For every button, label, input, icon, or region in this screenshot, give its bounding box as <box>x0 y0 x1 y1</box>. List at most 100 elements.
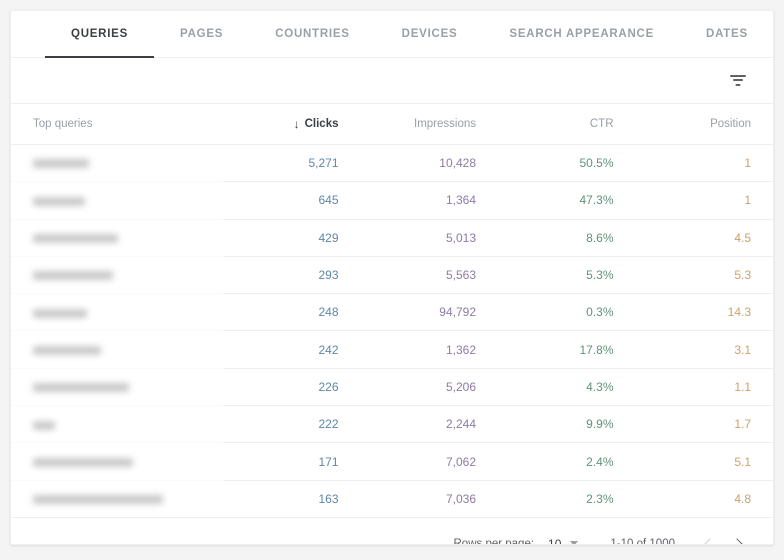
table-row[interactable]: 222 2,244 9.9% 1.7 <box>11 405 773 444</box>
redacted-query-text <box>33 420 55 430</box>
rows-per-page-value: 10 <box>548 536 562 545</box>
tab-countries[interactable]: COUNTRIES <box>249 11 375 57</box>
table-row[interactable]: 5,271 10,428 50.5% 1 <box>11 144 773 183</box>
cell-clicks: 645 <box>223 181 361 220</box>
cell-clicks: 222 <box>223 405 361 444</box>
column-header-impressions[interactable]: Impressions <box>360 104 498 145</box>
table-toolbar <box>11 58 773 104</box>
redacted-query-text <box>33 383 129 393</box>
cell-position: 1 <box>635 144 773 183</box>
chevron-left-icon <box>703 538 716 544</box>
chevron-right-icon <box>730 538 743 544</box>
cell-query <box>11 144 223 183</box>
tab-pages[interactable]: PAGES <box>154 11 249 57</box>
column-header-label: Clicks <box>304 118 339 130</box>
cell-position: 3.1 <box>635 330 773 369</box>
performance-table: Top queries ↓ Clicks Impressions CTR Position… <box>11 104 773 518</box>
column-header-position[interactable]: Position <box>635 104 773 145</box>
cell-query <box>11 181 223 220</box>
table-row[interactable]: 293 5,563 5.3% 5.3 <box>11 256 773 295</box>
tab-queries[interactable]: QUERIES <box>45 11 155 58</box>
cell-ctr: 2.3% <box>498 480 636 518</box>
table-row[interactable]: 645 1,364 47.3% 1 <box>11 181 773 220</box>
table-pagination: Rows per page: 10 1-10 of 1000 <box>11 518 773 545</box>
cell-clicks: 163 <box>223 480 361 518</box>
cell-query <box>11 256 223 295</box>
rows-per-page-select[interactable]: 10 <box>548 536 579 545</box>
chevron-down-icon <box>570 541 579 544</box>
cell-impressions: 1,362 <box>360 330 498 369</box>
cell-impressions: 94,792 <box>360 293 498 332</box>
rows-per-page-label: Rows per page: <box>453 537 535 545</box>
table-row[interactable]: 248 94,792 0.3% 14.3 <box>11 293 773 332</box>
table-header: Top queries ↓ Clicks Impressions CTR Position <box>11 104 773 145</box>
cell-position: 5.1 <box>635 442 773 481</box>
cell-query <box>11 219 223 257</box>
table-row[interactable]: 429 5,013 8.6% 4.5 <box>11 219 773 257</box>
column-header-ctr[interactable]: CTR <box>498 104 636 145</box>
cell-impressions: 5,013 <box>360 219 498 257</box>
cell-impressions: 5,563 <box>360 256 498 295</box>
column-header-clicks[interactable]: ↓ Clicks <box>223 104 361 145</box>
cell-clicks: 171 <box>223 442 361 481</box>
cell-ctr: 50.5% <box>498 144 636 183</box>
cell-clicks: 5,271 <box>223 144 361 183</box>
tab-search-appearance[interactable]: SEARCH APPEARANCE <box>483 11 680 57</box>
cell-clicks: 248 <box>223 293 361 332</box>
table-row[interactable]: 163 7,036 2.3% 4.8 <box>11 480 773 518</box>
cell-position: 1.7 <box>635 405 773 444</box>
redacted-query-text <box>33 159 89 169</box>
cell-impressions: 1,364 <box>360 181 498 220</box>
cell-impressions: 7,062 <box>360 442 498 481</box>
sort-descending-icon: ↓ <box>293 117 300 131</box>
cell-impressions: 5,206 <box>360 368 498 407</box>
previous-page-button[interactable] <box>693 529 723 544</box>
cell-query <box>11 480 223 518</box>
column-header-label: Impressions <box>414 118 476 130</box>
redacted-query-text <box>33 308 87 318</box>
cell-query <box>11 293 223 332</box>
redacted-query-text <box>33 196 85 206</box>
cell-ctr: 17.8% <box>498 330 636 369</box>
tab-devices[interactable]: DEVICES <box>376 11 484 57</box>
tab-dates[interactable]: DATES <box>680 11 773 57</box>
redacted-query-text <box>33 345 101 355</box>
cell-clicks: 226 <box>223 368 361 407</box>
search-performance-card: QUERIES PAGES COUNTRIES DEVICES SEARCH APPEA… <box>10 10 774 545</box>
cell-query <box>11 442 223 481</box>
redacted-query-text <box>33 457 133 467</box>
dimension-tab-bar: QUERIES PAGES COUNTRIES DEVICES SEARCH APPEA… <box>11 11 773 58</box>
column-header-label: Position <box>710 118 751 130</box>
table-row[interactable]: 171 7,062 2.4% 5.1 <box>11 442 773 481</box>
filter-icon <box>730 74 746 88</box>
cell-ctr: 4.3% <box>498 368 636 407</box>
cell-ctr: 0.3% <box>498 293 636 332</box>
cell-position: 1 <box>635 181 773 220</box>
pagination-range-label: 1-10 of 1000 <box>610 537 675 545</box>
redacted-query-text <box>33 234 118 244</box>
filter-button[interactable] <box>725 68 751 94</box>
cell-ctr: 5.3% <box>498 256 636 295</box>
table-body: 5,271 10,428 50.5% 1 645 1,364 47.3% 1 429 5,013 8… <box>11 144 773 518</box>
redacted-query-text <box>33 495 163 505</box>
column-header-label: Top queries <box>33 118 93 130</box>
column-header-label: CTR <box>589 118 614 130</box>
cell-impressions: 10,428 <box>360 144 498 183</box>
table-row[interactable]: 242 1,362 17.8% 3.1 <box>11 330 773 369</box>
cell-position: 4.5 <box>635 219 773 257</box>
cell-ctr: 47.3% <box>498 181 636 220</box>
next-page-button[interactable] <box>723 529 753 544</box>
cell-ctr: 2.4% <box>498 442 636 481</box>
cell-position: 14.3 <box>635 293 773 332</box>
cell-position: 4.8 <box>635 480 773 518</box>
table-row[interactable]: 226 5,206 4.3% 1.1 <box>11 368 773 407</box>
cell-ctr: 8.6% <box>498 219 636 257</box>
cell-impressions: 7,036 <box>360 480 498 518</box>
cell-query <box>11 405 223 444</box>
cell-position: 1.1 <box>635 368 773 407</box>
cell-query <box>11 330 223 369</box>
column-header-query[interactable]: Top queries <box>11 104 223 145</box>
cell-clicks: 429 <box>223 219 361 257</box>
cell-ctr: 9.9% <box>498 405 636 444</box>
table-header-row: Top queries ↓ Clicks Impressions CTR Position <box>11 104 773 145</box>
